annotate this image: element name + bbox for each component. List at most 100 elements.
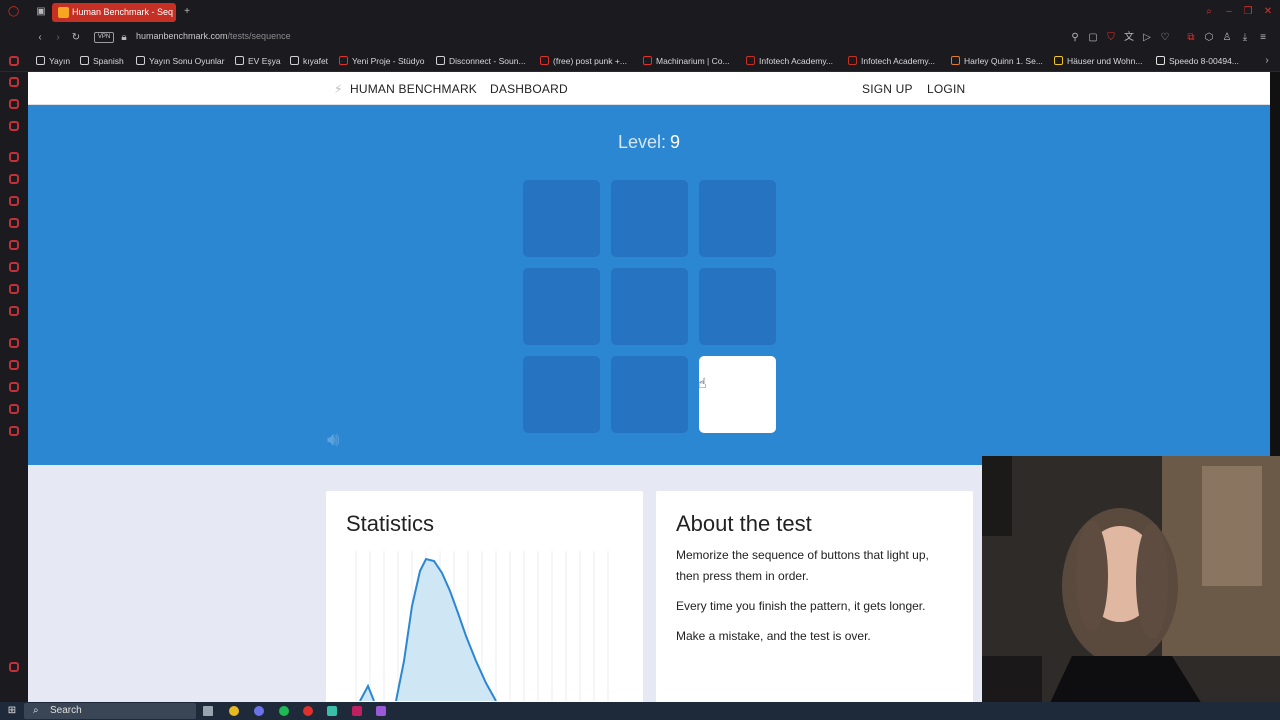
start-icon[interactable]: ⊞ (7, 706, 17, 716)
discord-app-icon[interactable] (254, 706, 264, 716)
sidebar-app-icon[interactable] (9, 196, 19, 206)
bookmark-label: Yayın Sonu Oyunlar (149, 56, 225, 66)
sidebar-app-icon[interactable] (9, 152, 19, 162)
level-value: 9 (670, 132, 681, 152)
bookmark-item[interactable]: Spanish (80, 54, 124, 68)
tab-manager-icon[interactable]: ▣ (36, 7, 46, 17)
tab-human-benchmark[interactable]: Human Benchmark - Seq (52, 3, 176, 22)
bookmark-icon (290, 56, 299, 65)
sidebar-app-icon[interactable] (9, 77, 19, 87)
sidebar-app-icon[interactable] (9, 662, 19, 672)
sidebar-app-icon[interactable] (9, 99, 19, 109)
taskbar-search-label: Search (50, 705, 82, 716)
sequence-cell[interactable] (699, 356, 776, 433)
dashboard-link[interactable]: DASHBOARD (490, 82, 568, 96)
task-view-icon[interactable] (203, 706, 213, 716)
bookmark-item[interactable]: Häuser und Wohn... (1054, 54, 1142, 68)
download-icon[interactable]: ⤓ (1240, 33, 1250, 43)
minimize-icon[interactable]: – (1224, 7, 1234, 17)
close-icon[interactable]: ✕ (1263, 7, 1273, 17)
sidebar-app-icon[interactable] (9, 56, 19, 66)
play-icon[interactable]: ▷ (1142, 33, 1152, 43)
level-label: Level: (617, 132, 667, 152)
spotify-app-icon[interactable] (279, 706, 289, 716)
sequence-cell[interactable] (523, 268, 600, 345)
bookmark-icon (339, 56, 348, 65)
bookmark-item[interactable]: Yayın (36, 54, 70, 68)
new-tab-icon[interactable]: + (182, 7, 192, 17)
browser-logo-icon[interactable]: ◯ (8, 7, 19, 17)
bookmark-item[interactable]: Disconnect - Soun... (436, 54, 526, 68)
forward-icon[interactable]: › (53, 33, 63, 43)
translate-icon[interactable]: 文 (1124, 33, 1134, 43)
bookmark-icon (1054, 56, 1063, 65)
bookmark-label: kıyafet (303, 56, 329, 66)
app-icon[interactable] (327, 706, 337, 716)
bookmark-item[interactable]: Infotech Academy... (746, 54, 833, 68)
sequence-cell[interactable] (611, 268, 688, 345)
sidebar-app-icon[interactable] (9, 426, 19, 436)
sidebar-app-icon[interactable] (9, 360, 19, 370)
vpn-badge[interactable]: VPN (94, 32, 114, 43)
sequence-cell[interactable] (523, 180, 600, 257)
sequence-cell[interactable] (611, 356, 688, 433)
brand-link[interactable]: HUMAN BENCHMARK (350, 82, 477, 96)
app-icon[interactable] (376, 706, 386, 716)
back-icon[interactable]: ‹ (35, 33, 45, 43)
taskbar-search[interactable]: ⌕ Search (24, 703, 196, 719)
sequence-cell[interactable] (699, 180, 776, 257)
url-field[interactable]: humanbenchmark.com/tests/sequence (136, 31, 291, 41)
opera-app-icon[interactable] (303, 706, 313, 716)
bookmark-icon (1156, 56, 1165, 65)
heart-icon[interactable]: ♡ (1160, 33, 1170, 43)
sidebar-app-icon[interactable] (9, 262, 19, 272)
menu-icon[interactable]: ≡ (1258, 33, 1268, 43)
sidebar-app-icon[interactable] (9, 382, 19, 392)
bookmark-label: (free) post punk +... (553, 56, 627, 66)
bookmark-item[interactable]: Speedo 8-00494... (1156, 54, 1239, 68)
extension-red-icon[interactable]: ⧉ (1186, 33, 1196, 43)
level-display: Level: 9 (28, 132, 1270, 153)
sound-toggle-icon[interactable]: 🔊︎ (327, 429, 357, 451)
pin-icon[interactable]: ⚲ (1070, 33, 1080, 43)
login-link[interactable]: LOGIN (927, 82, 965, 96)
about-paragraph: Memorize the sequence of buttons that li… (676, 548, 929, 583)
bookmark-item[interactable]: Yeni Proje - Stüdyo (339, 54, 424, 68)
lock-icon[interactable]: 🔒︎ (119, 33, 129, 43)
sidebar-app-icon[interactable] (9, 121, 19, 131)
bookmark-item[interactable]: Yayın Sonu Oyunlar (136, 54, 224, 68)
sidebar-app-icon[interactable] (9, 338, 19, 348)
app-icon[interactable] (352, 706, 362, 716)
search-tabs-icon[interactable]: ⌕ (1204, 7, 1214, 17)
extensions-icon[interactable]: ⬡ (1204, 33, 1214, 43)
sidebar-app-icon[interactable] (9, 284, 19, 294)
bookmark-item[interactable]: Infotech Academy... (848, 54, 935, 68)
sequence-cell[interactable] (611, 180, 688, 257)
bookmarks-overflow-icon[interactable]: › (1262, 56, 1272, 66)
bookmark-label: Yeni Proje - Stüdyo (352, 56, 425, 66)
bookmark-item[interactable]: Harley Quinn 1. Se... (951, 54, 1043, 68)
bookmark-icon (235, 56, 244, 65)
bookmarks-bar: Yayın Spanish Yayın Sonu Oyunlar EV Eşya kıy… (0, 50, 1280, 72)
sidebar-app-icon[interactable] (9, 306, 19, 316)
bookmark-item[interactable]: (free) post punk +... (540, 54, 627, 68)
browser-sidebar (0, 56, 28, 702)
screenshot-icon[interactable]: ▢ (1088, 33, 1098, 43)
sequence-cell[interactable] (699, 268, 776, 345)
profile-icon[interactable]: ♙ (1222, 33, 1232, 43)
bookmark-icon (951, 56, 960, 65)
signup-link[interactable]: SIGN UP (862, 82, 913, 96)
sidebar-app-icon[interactable] (9, 240, 19, 250)
bookmark-label: EV Eşya (248, 56, 281, 66)
shield-icon[interactable]: ⛉ (1106, 33, 1116, 43)
sidebar-app-icon[interactable] (9, 404, 19, 414)
bookmark-item[interactable]: kıyafet (290, 54, 328, 68)
sequence-cell[interactable] (523, 356, 600, 433)
reload-icon[interactable]: ↻ (71, 33, 81, 43)
sidebar-app-icon[interactable] (9, 174, 19, 184)
chrome-app-icon[interactable] (229, 706, 239, 716)
bookmark-item[interactable]: Machinarium | Co... (643, 54, 730, 68)
maximize-icon[interactable]: ❐ (1243, 7, 1253, 17)
sidebar-app-icon[interactable] (9, 218, 19, 228)
bookmark-item[interactable]: EV Eşya (235, 54, 281, 68)
